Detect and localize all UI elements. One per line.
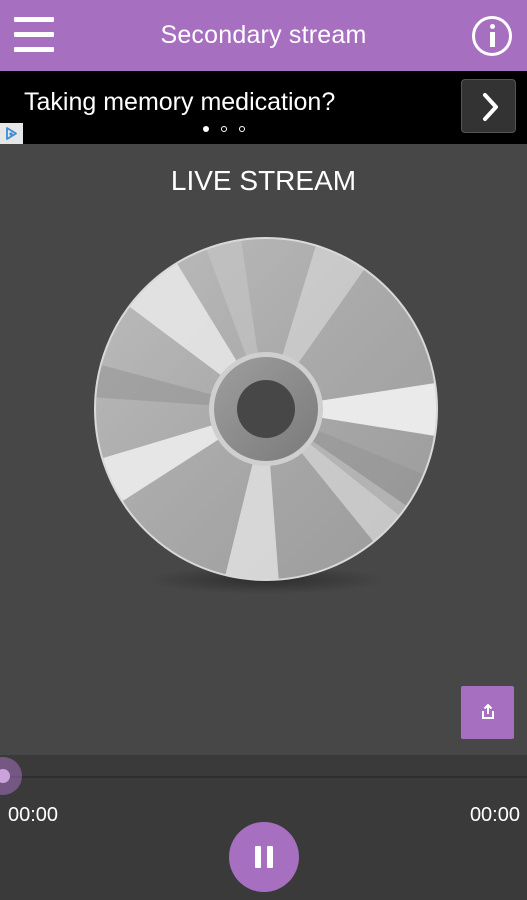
- share-button[interactable]: [461, 686, 514, 739]
- info-icon[interactable]: [472, 16, 512, 56]
- app-bar: Secondary stream: [0, 0, 527, 71]
- ad-next-button[interactable]: [461, 79, 516, 133]
- progress-thumb[interactable]: [0, 757, 22, 795]
- page-title: Secondary stream: [160, 21, 367, 49]
- ad-banner[interactable]: Taking memory medication?: [0, 71, 527, 144]
- stream-label: LIVE STREAM: [170, 165, 357, 196]
- player-controls: 00:00 00:00: [0, 755, 527, 900]
- pause-icon: [255, 846, 261, 868]
- pagination-dot: [239, 126, 245, 132]
- ad-pagination: [203, 126, 257, 136]
- share-icon: [482, 703, 494, 719]
- elapsed-time: 00:00: [8, 804, 59, 826]
- ad-headline[interactable]: Taking memory medication?: [24, 88, 335, 117]
- pagination-dot-active: [203, 126, 209, 132]
- progress-bar[interactable]: [0, 776, 527, 778]
- total-time: 00:00: [469, 804, 520, 826]
- pause-button[interactable]: [229, 822, 299, 892]
- compact-disc-icon: [94, 237, 438, 594]
- info-icon-dot: [490, 24, 495, 29]
- chevron-right-icon: [483, 93, 498, 121]
- info-icon-stem: [490, 32, 495, 47]
- pause-icon: [267, 846, 273, 868]
- adchoices-glyph: [6, 127, 17, 140]
- pagination-dot: [221, 126, 227, 132]
- adchoices-icon[interactable]: [0, 123, 23, 144]
